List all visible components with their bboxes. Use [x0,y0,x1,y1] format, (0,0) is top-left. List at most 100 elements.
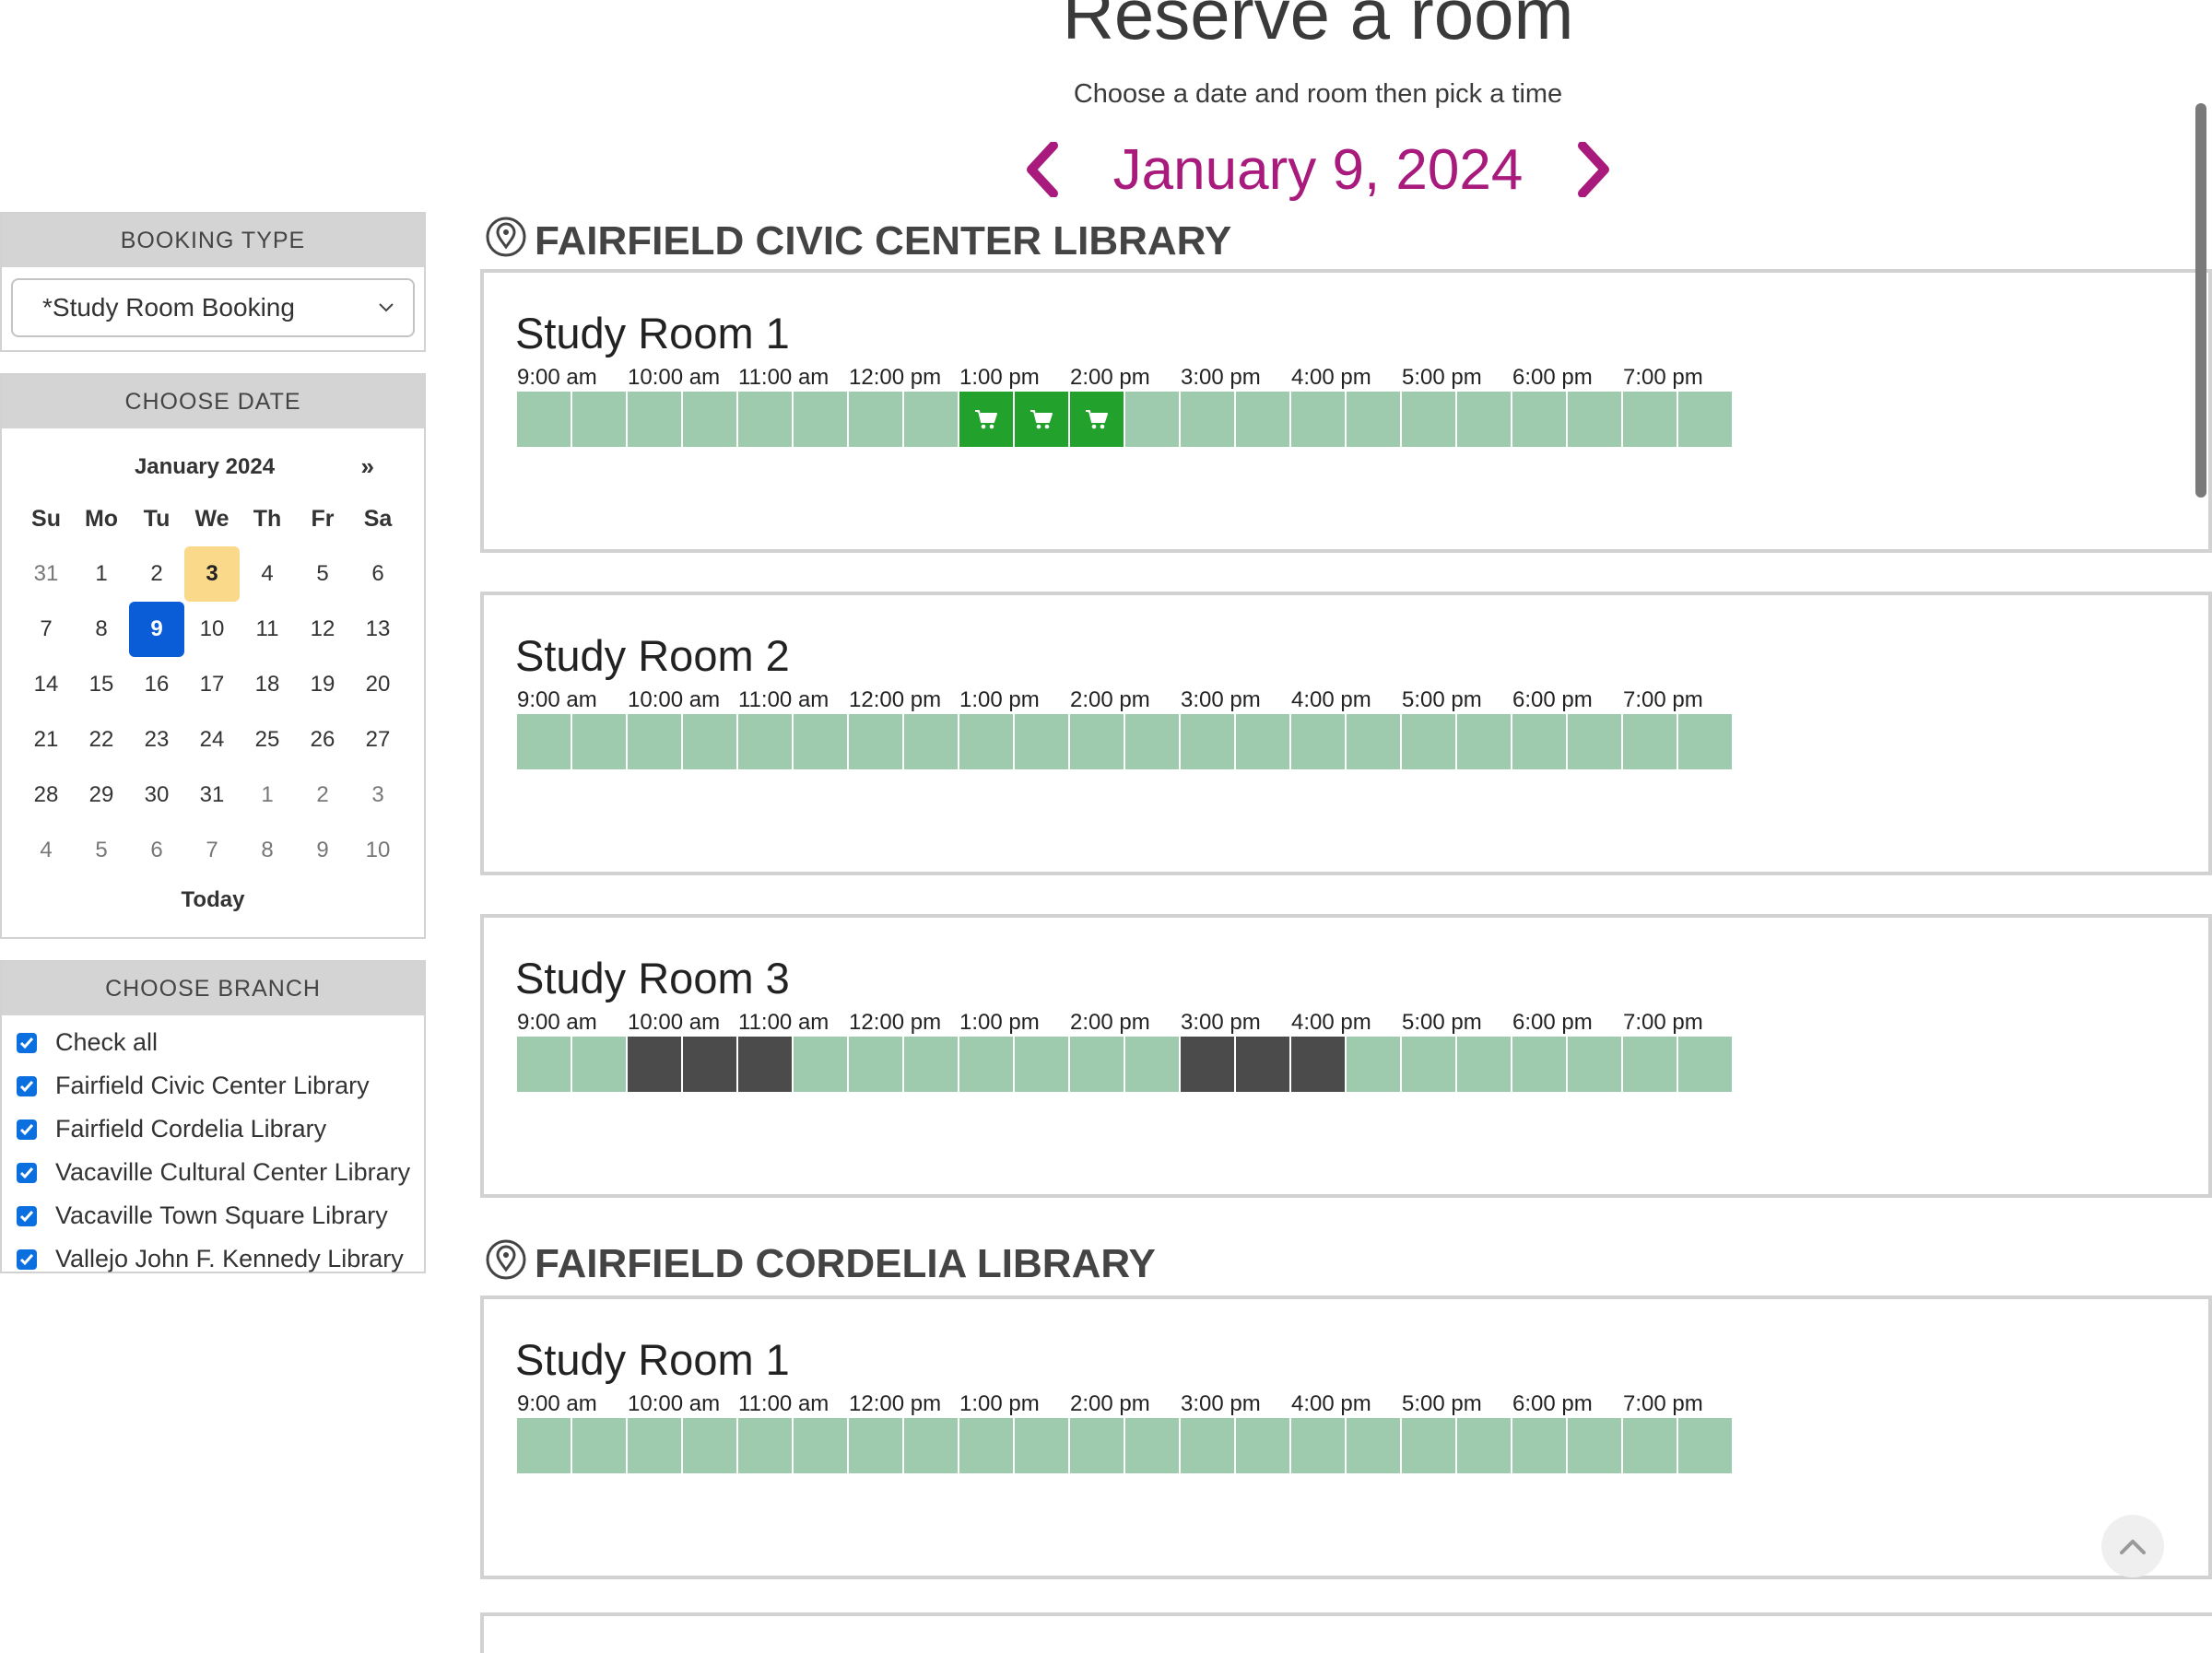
calendar-day[interactable]: 7 [18,602,74,657]
available-slot[interactable] [1181,392,1234,447]
branch-option[interactable]: Vacaville Cultural Center Library [13,1151,413,1194]
available-slot[interactable] [1015,1418,1068,1473]
calendar-day[interactable]: 15 [74,657,129,712]
available-slot[interactable] [959,1037,1013,1092]
calendar-day[interactable]: 6 [129,823,184,878]
available-slot[interactable] [628,1418,681,1473]
branch-option[interactable]: Vallejo John F. Kennedy Library [13,1237,413,1281]
available-slot[interactable] [1347,1418,1400,1473]
calendar-day[interactable]: 13 [350,602,406,657]
checkbox[interactable] [17,1075,37,1096]
available-slot[interactable] [904,1037,958,1092]
available-slot[interactable] [1623,714,1677,769]
checkbox[interactable] [17,1162,37,1183]
calendar-day[interactable]: 28 [18,768,74,823]
checkbox[interactable] [17,1119,37,1140]
branch-option[interactable]: Fairfield Civic Center Library [13,1064,413,1108]
available-slot[interactable] [1512,1418,1566,1473]
calendar-day[interactable]: 24 [184,712,240,768]
calendar-day[interactable]: 18 [240,657,295,712]
available-slot[interactable] [1125,1418,1179,1473]
next-day-button[interactable] [1567,133,1622,206]
in-cart-slot[interactable] [1070,392,1124,447]
calendar-day[interactable]: 30 [129,768,184,823]
available-slot[interactable] [1457,714,1511,769]
booking-type-select[interactable]: *Study Room Booking [11,278,415,337]
previous-day-button[interactable] [1014,133,1069,206]
available-slot[interactable] [683,392,736,447]
available-slot[interactable] [849,392,902,447]
calendar-day[interactable]: 29 [74,768,129,823]
available-slot[interactable] [1568,1037,1621,1092]
available-slot[interactable] [1402,714,1455,769]
available-slot[interactable] [1125,392,1179,447]
calendar-day[interactable]: 1 [240,768,295,823]
calendar-day[interactable]: 31 [18,546,74,602]
available-slot[interactable] [1347,392,1400,447]
calendar-day[interactable]: 12 [295,602,350,657]
calendar-day[interactable]: 2 [295,768,350,823]
available-slot[interactable] [1291,392,1345,447]
available-slot[interactable] [1678,392,1732,447]
available-slot[interactable] [1236,714,1289,769]
available-slot[interactable] [683,714,736,769]
checkbox[interactable] [17,1205,37,1226]
available-slot[interactable] [1070,714,1124,769]
available-slot[interactable] [904,1418,958,1473]
calendar-day[interactable]: 7 [184,823,240,878]
available-slot[interactable] [517,1037,571,1092]
available-slot[interactable] [794,392,847,447]
calendar-day[interactable]: 10 [350,823,406,878]
calendar-day[interactable]: 25 [240,712,295,768]
calendar-day[interactable]: 14 [18,657,74,712]
available-slot[interactable] [794,1418,847,1473]
available-slot[interactable] [1623,1418,1677,1473]
available-slot[interactable] [628,392,681,447]
available-slot[interactable] [1457,1418,1511,1473]
calendar-day[interactable]: 3 [184,546,240,602]
back-to-top-button[interactable] [2101,1515,2164,1577]
in-cart-slot[interactable] [1015,392,1068,447]
available-slot[interactable] [1568,714,1621,769]
available-slot[interactable] [904,392,958,447]
calendar-day[interactable]: 8 [240,823,295,878]
page-scrollbar[interactable] [2195,103,2206,498]
calendar-day[interactable]: 5 [295,546,350,602]
available-slot[interactable] [1015,714,1068,769]
available-slot[interactable] [572,392,626,447]
available-slot[interactable] [1678,1037,1732,1092]
calendar-day[interactable]: 23 [129,712,184,768]
in-cart-slot[interactable] [959,392,1013,447]
available-slot[interactable] [1568,1418,1621,1473]
calendar-day[interactable]: 5 [74,823,129,878]
available-slot[interactable] [1236,392,1289,447]
available-slot[interactable] [959,714,1013,769]
available-slot[interactable] [1623,1037,1677,1092]
branch-option[interactable]: Vacaville Town Square Library [13,1194,413,1237]
checkbox[interactable] [17,1032,37,1053]
available-slot[interactable] [1402,392,1455,447]
calendar-day[interactable]: 4 [18,823,74,878]
calendar-day[interactable]: 17 [184,657,240,712]
calendar-day[interactable]: 22 [74,712,129,768]
calendar-today-button[interactable]: Today [11,887,415,913]
available-slot[interactable] [1623,392,1677,447]
calendar-day[interactable]: 16 [129,657,184,712]
available-slot[interactable] [1291,714,1345,769]
available-slot[interactable] [572,1037,626,1092]
calendar-day[interactable]: 3 [350,768,406,823]
available-slot[interactable] [1457,392,1511,447]
available-slot[interactable] [904,714,958,769]
available-slot[interactable] [1512,392,1566,447]
available-slot[interactable] [1512,1037,1566,1092]
calendar-day[interactable]: 10 [184,602,240,657]
available-slot[interactable] [1347,714,1400,769]
available-slot[interactable] [1125,1037,1179,1092]
checkbox[interactable] [17,1249,37,1270]
available-slot[interactable] [517,714,571,769]
calendar-day[interactable]: 21 [18,712,74,768]
available-slot[interactable] [1402,1037,1455,1092]
calendar-day[interactable]: 9 [295,823,350,878]
available-slot[interactable] [517,392,571,447]
available-slot[interactable] [1678,714,1732,769]
